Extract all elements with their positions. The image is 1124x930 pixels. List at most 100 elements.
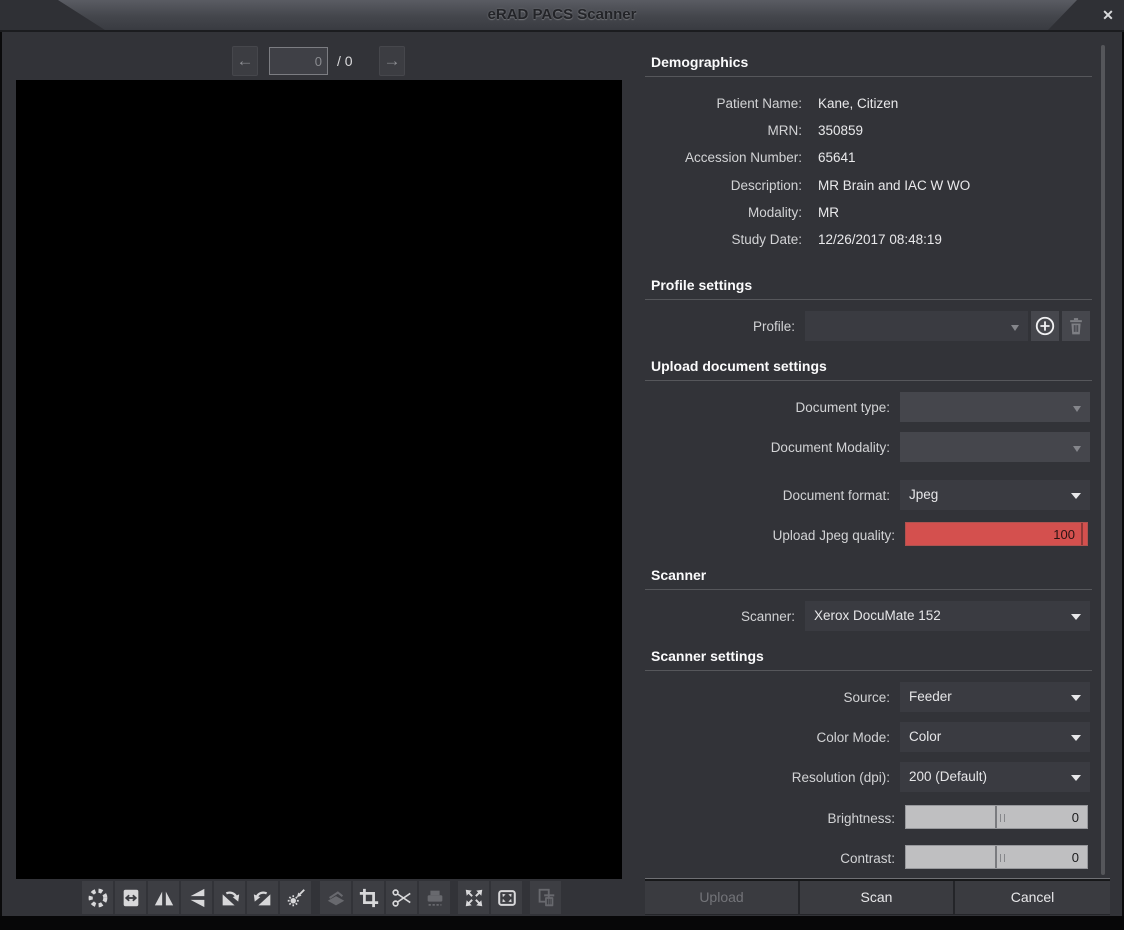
- flip-horizontal-icon: [153, 887, 175, 909]
- modality-value: MR: [818, 205, 839, 220]
- scanner-feed-icon: [424, 887, 446, 909]
- rotate-right-icon: [219, 887, 241, 909]
- flip-vertical-button[interactable]: [181, 881, 212, 914]
- fit-window-icon: [496, 887, 518, 909]
- scanner-header: Scanner: [651, 567, 706, 583]
- source-value: Feeder: [909, 689, 952, 704]
- scanner-settings-header: Scanner settings: [651, 648, 764, 664]
- document-modality-label: Document Modality:: [582, 440, 890, 455]
- auto-enhance-button[interactable]: [280, 881, 311, 914]
- jpeg-quality-label: Upload Jpeg quality:: [582, 528, 895, 543]
- divider: [645, 589, 1092, 590]
- cancel-button[interactable]: Cancel: [955, 881, 1110, 914]
- plus-circle-icon: [1034, 315, 1056, 337]
- scanner-dropdown[interactable]: Xerox DocuMate 152: [805, 601, 1090, 631]
- brightness-slider[interactable]: 0: [905, 805, 1088, 829]
- brightness-value: 0: [1072, 810, 1079, 825]
- delete-page-icon: [535, 887, 557, 909]
- scanner-icon: [325, 887, 347, 909]
- arrow-left-icon: ←: [237, 51, 254, 70]
- demographics-header: Demographics: [651, 54, 748, 70]
- fit-width-page-icon: [120, 887, 142, 909]
- upload-button[interactable]: Upload: [645, 881, 798, 914]
- scanner-value: Xerox DocuMate 152: [814, 608, 941, 623]
- panel-scrollbar[interactable]: [1101, 45, 1105, 875]
- divider: [645, 299, 1092, 300]
- document-format-value: Jpeg: [909, 487, 938, 502]
- close-icon[interactable]: ✕: [1098, 5, 1118, 25]
- mrn-label: MRN:: [582, 123, 802, 138]
- resolution-dropdown[interactable]: 200 (Default): [900, 762, 1090, 792]
- next-page-button[interactable]: →: [379, 46, 405, 76]
- rotate-left-icon: [252, 887, 274, 909]
- chevron-down-icon: [1071, 493, 1081, 499]
- window-bottom-border: [0, 916, 1124, 930]
- document-format-label: Document format:: [582, 488, 890, 503]
- crop-button[interactable]: [353, 881, 384, 914]
- patient-name-label: Patient Name:: [582, 96, 802, 111]
- color-mode-dropdown[interactable]: Color: [900, 722, 1090, 752]
- brightness-label: Brightness:: [582, 811, 895, 826]
- cut-button[interactable]: [386, 881, 417, 914]
- scissors-icon: [391, 887, 413, 909]
- scanner-dialog: eRAD PACS Scanner ✕ ← / 0 →: [0, 0, 1124, 930]
- study-date-label: Study Date:: [582, 232, 802, 247]
- accession-number-value: 65641: [818, 150, 856, 165]
- slider-thumb[interactable]: [995, 806, 997, 828]
- chevron-down-icon: [1011, 325, 1019, 331]
- jpeg-quality-slider[interactable]: 100: [905, 522, 1088, 546]
- scanner-label: Scanner:: [582, 609, 795, 624]
- document-type-dropdown[interactable]: [900, 392, 1090, 422]
- source-label: Source:: [582, 690, 890, 705]
- scan-button-toolbar[interactable]: [320, 881, 351, 914]
- page-total-label: / 0: [337, 53, 353, 69]
- profile-settings-header: Profile settings: [651, 277, 752, 293]
- window-title: eRAD PACS Scanner: [0, 6, 1124, 23]
- slider-tick: [1004, 814, 1005, 822]
- study-date-value: 12/26/2017 08:48:19: [818, 232, 942, 247]
- delete-page-button[interactable]: [530, 881, 561, 914]
- source-dropdown[interactable]: Feeder: [900, 682, 1090, 712]
- mrn-value: 350859: [818, 123, 863, 138]
- previous-page-button[interactable]: ←: [232, 46, 258, 76]
- contrast-value: 0: [1072, 850, 1079, 865]
- document-format-dropdown[interactable]: Jpeg: [900, 480, 1090, 510]
- add-profile-button[interactable]: [1031, 311, 1059, 341]
- rotate-right-button[interactable]: [214, 881, 245, 914]
- scan-preview-canvas: [16, 80, 622, 879]
- slider-thumb[interactable]: [995, 846, 997, 868]
- slider-thumb[interactable]: [1081, 523, 1083, 545]
- dashed-circle-icon: [87, 887, 109, 909]
- deskew-button[interactable]: [82, 881, 113, 914]
- page-number-input[interactable]: [269, 47, 328, 75]
- scanner-feed-button[interactable]: [419, 881, 450, 914]
- jpeg-quality-value: 100: [1053, 527, 1075, 542]
- resolution-value: 200 (Default): [909, 769, 987, 784]
- arrow-right-icon: →: [384, 51, 401, 70]
- rotate-left-button[interactable]: [247, 881, 278, 914]
- flip-horizontal-button[interactable]: [148, 881, 179, 914]
- fit-width-button[interactable]: [115, 881, 146, 914]
- chevron-down-icon: [1071, 695, 1081, 701]
- actual-size-button[interactable]: [458, 881, 489, 914]
- title-bar: eRAD PACS Scanner ✕: [0, 0, 1124, 32]
- chevron-down-icon: [1071, 735, 1081, 741]
- document-modality-dropdown[interactable]: [900, 432, 1090, 462]
- description-label: Description:: [582, 178, 802, 193]
- chevron-down-icon: [1071, 775, 1081, 781]
- modality-label: Modality:: [582, 205, 802, 220]
- scan-button[interactable]: Scan: [800, 881, 953, 914]
- delete-profile-button[interactable]: [1062, 311, 1090, 341]
- fit-to-window-button[interactable]: [491, 881, 522, 914]
- contrast-slider[interactable]: 0: [905, 845, 1088, 869]
- description-value: MR Brain and IAC W WO: [818, 178, 970, 193]
- expand-icon: [463, 887, 485, 909]
- chevron-down-icon: [1073, 446, 1081, 452]
- profile-dropdown[interactable]: [805, 311, 1028, 341]
- accession-number-label: Accession Number:: [582, 150, 802, 165]
- divider: [645, 670, 1092, 671]
- auto-enhance-icon: [285, 887, 307, 909]
- chevron-down-icon: [1071, 614, 1081, 620]
- color-mode-label: Color Mode:: [582, 730, 890, 745]
- resolution-label: Resolution (dpi):: [582, 770, 890, 785]
